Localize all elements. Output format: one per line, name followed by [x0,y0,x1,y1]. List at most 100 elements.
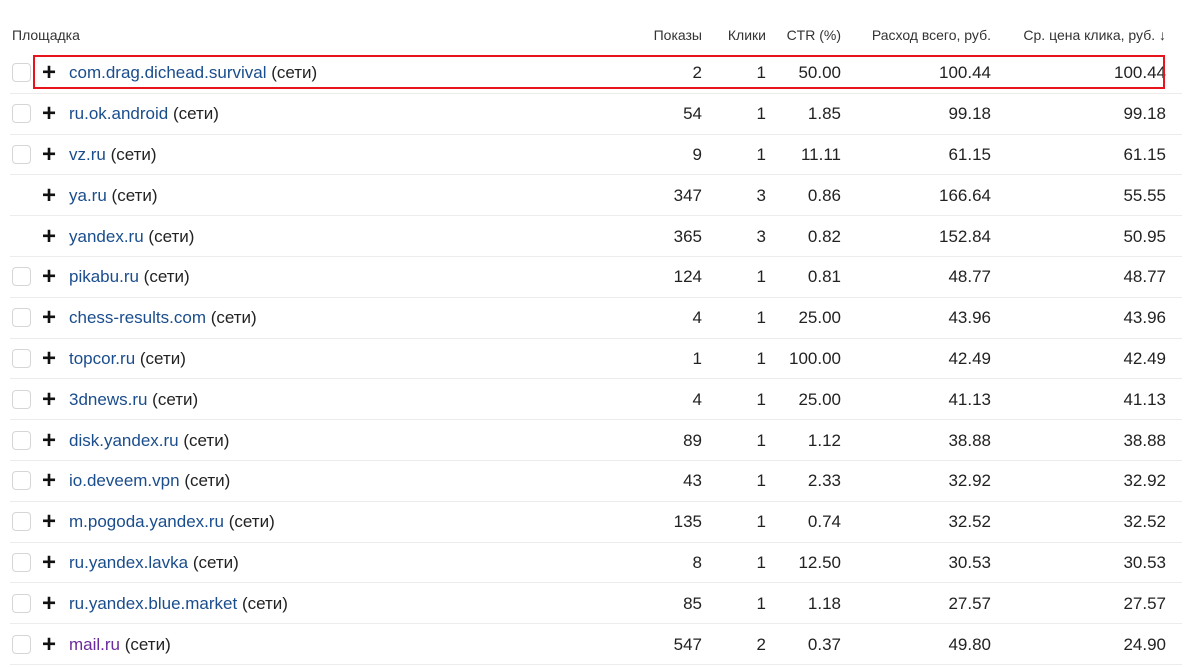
spend-cell: 61.15 [948,144,991,164]
column-header-spend[interactable]: Расход всего, руб. [872,27,991,43]
site-cell: com.drag.dichead.survival (сети) [69,63,317,83]
site-link[interactable]: ru.ok.android [69,104,168,123]
shows-cell: 4 [692,389,702,409]
plus-icon[interactable]: + [42,549,56,576]
row-checkbox[interactable] [12,430,31,450]
site-cell: 3dnews.ru (сети) [69,390,198,410]
site-link[interactable]: yandex.ru [69,227,144,246]
site-link[interactable]: mail.ru [69,635,120,654]
shows-cell: 1 [692,348,702,368]
plus-icon[interactable]: + [42,60,56,86]
plus-icon[interactable]: + [42,386,56,413]
row-checkbox[interactable] [12,512,31,532]
site-suffix: (сети) [152,389,199,409]
clicks-cell: 3 [756,226,766,246]
site-link[interactable]: 3dnews.ru [69,390,147,409]
cpc-cell: 38.88 [1123,430,1166,450]
table-row[interactable]: + m.pogoda.yandex.ru (сети) 135 1 0.74 32.52 3… [0,502,1200,543]
cpc-cell: 41.13 [1123,389,1166,409]
site-cell: ru.ok.android (сети) [69,104,219,124]
row-checkbox[interactable] [12,389,31,409]
shows-cell: 8 [692,552,702,572]
clicks-cell: 1 [756,144,766,164]
cpc-cell: 30.53 [1123,552,1166,572]
plus-icon[interactable]: + [42,141,56,168]
table-row[interactable]: + com.drag.dichead.survival (сети) 2 1 50.00… [0,53,1200,94]
table-row[interactable]: + ru.yandex.lavka (сети) 8 1 12.50 30.53 30.53 [0,543,1200,584]
plus-icon[interactable]: + [42,427,56,454]
row-checkbox[interactable] [12,552,31,572]
spend-cell: 41.13 [948,389,991,409]
cpc-cell: 55.55 [1123,185,1166,205]
site-cell: ya.ru (сети) [69,186,158,206]
clicks-cell: 1 [756,593,766,613]
row-checkbox[interactable] [12,104,31,124]
site-cell: ru.yandex.lavka (сети) [69,553,239,573]
plus-icon[interactable]: + [42,468,56,494]
site-link[interactable]: topcor.ru [69,349,135,368]
row-checkbox[interactable] [12,308,31,328]
plus-icon[interactable]: + [42,264,56,290]
site-cell: m.pogoda.yandex.ru (сети) [69,512,275,532]
ctr-cell: 0.82 [807,226,841,246]
plus-icon[interactable]: + [42,182,56,209]
ctr-cell: 11.11 [800,144,841,164]
site-suffix: (сети) [110,144,157,164]
ctr-cell: 1.18 [807,593,841,613]
ctr-cell: 0.37 [807,634,841,654]
table-row[interactable]: + pikabu.ru (сети) 124 1 0.81 48.77 48.77 [0,257,1200,298]
column-header-ctr[interactable]: CTR (%) [787,27,841,43]
plus-icon[interactable]: + [42,509,56,535]
shows-cell: 4 [692,308,702,328]
site-link[interactable]: pikabu.ru [69,267,139,286]
site-cell: topcor.ru (сети) [69,349,186,369]
row-checkbox[interactable] [12,593,31,613]
site-link[interactable]: ya.ru [69,186,107,205]
site-link[interactable]: ru.yandex.lavka [69,553,188,572]
ctr-cell: 1.12 [807,430,841,450]
row-checkbox[interactable] [12,144,31,164]
site-suffix: (сети) [139,348,186,368]
table-row[interactable]: + chess-results.com (сети) 4 1 25.00 43.96 43.… [0,298,1200,339]
row-checkbox[interactable] [12,348,31,368]
table-row[interactable]: + topcor.ru (сети) 1 1 100.00 42.49 42.49 [0,339,1200,380]
plus-icon[interactable]: + [42,223,56,250]
site-link[interactable]: io.deveem.vpn [69,471,180,490]
table-row[interactable]: + ya.ru (сети) 347 3 0.86 166.64 55.55 [0,175,1200,217]
table-row[interactable]: + ru.yandex.blue.market (сети) 85 1 1.18 27.5… [0,583,1200,625]
site-link[interactable]: disk.yandex.ru [69,431,179,450]
row-checkbox[interactable] [12,471,31,491]
site-link[interactable]: chess-results.com [69,308,206,327]
column-header-shows[interactable]: Показы [654,27,702,43]
table-row[interactable]: +3dnews.ru (сети) 4 1 25.00 41.13 41.13 [0,379,1200,421]
column-header-clicks[interactable]: Клики [728,27,766,43]
site-cell: pikabu.ru (сети) [69,267,190,287]
plus-icon[interactable]: + [42,631,56,658]
row-checkbox[interactable] [12,63,31,83]
spend-cell: 30.53 [948,552,991,572]
table-row[interactable]: + mail.ru (сети) 547 2 0.37 49.80 24.90 [0,624,1200,665]
site-link[interactable]: m.pogoda.yandex.ru [69,512,224,531]
table-row[interactable]: + vz.ru (сети) 9 1 11.11 61.15 61.15 [0,135,1200,176]
table-row[interactable]: + yandex.ru (сети) 365 3 0.82 152.84 50.95 [0,216,1200,257]
plus-icon[interactable]: + [42,305,56,331]
table-row[interactable]: + disk.yandex.ru (сети) 89 1 1.12 38.88 38.88 [0,420,1200,461]
row-checkbox[interactable] [12,267,31,287]
clicks-cell: 1 [756,430,766,450]
plus-icon[interactable]: + [42,345,56,372]
table-row[interactable]: + ru.ok.android (сети) 54 1 1.85 99.18 99.18 [0,94,1200,135]
site-link[interactable]: vz.ru [69,145,106,164]
row-checkbox[interactable] [12,634,31,654]
clicks-cell: 1 [756,267,766,287]
cpc-cell: 32.52 [1123,512,1166,532]
column-header-site[interactable]: Площадка [12,27,80,43]
site-link[interactable]: com.drag.dichead.survival [69,63,266,82]
table-header: Площадка Показы Клики CTR (%) Расход все… [0,0,1200,57]
plus-icon[interactable]: + [42,101,56,127]
plus-icon[interactable]: + [42,590,56,617]
clicks-cell: 1 [756,471,766,491]
clicks-cell: 1 [756,552,766,572]
site-link[interactable]: ru.yandex.blue.market [69,594,237,613]
column-header-cpc-sorted[interactable]: Ср. цена клика, руб. ↓ [1023,27,1166,43]
table-row[interactable]: + io.deveem.vpn (сети) 43 1 2.33 32.92 32.92 [0,461,1200,502]
